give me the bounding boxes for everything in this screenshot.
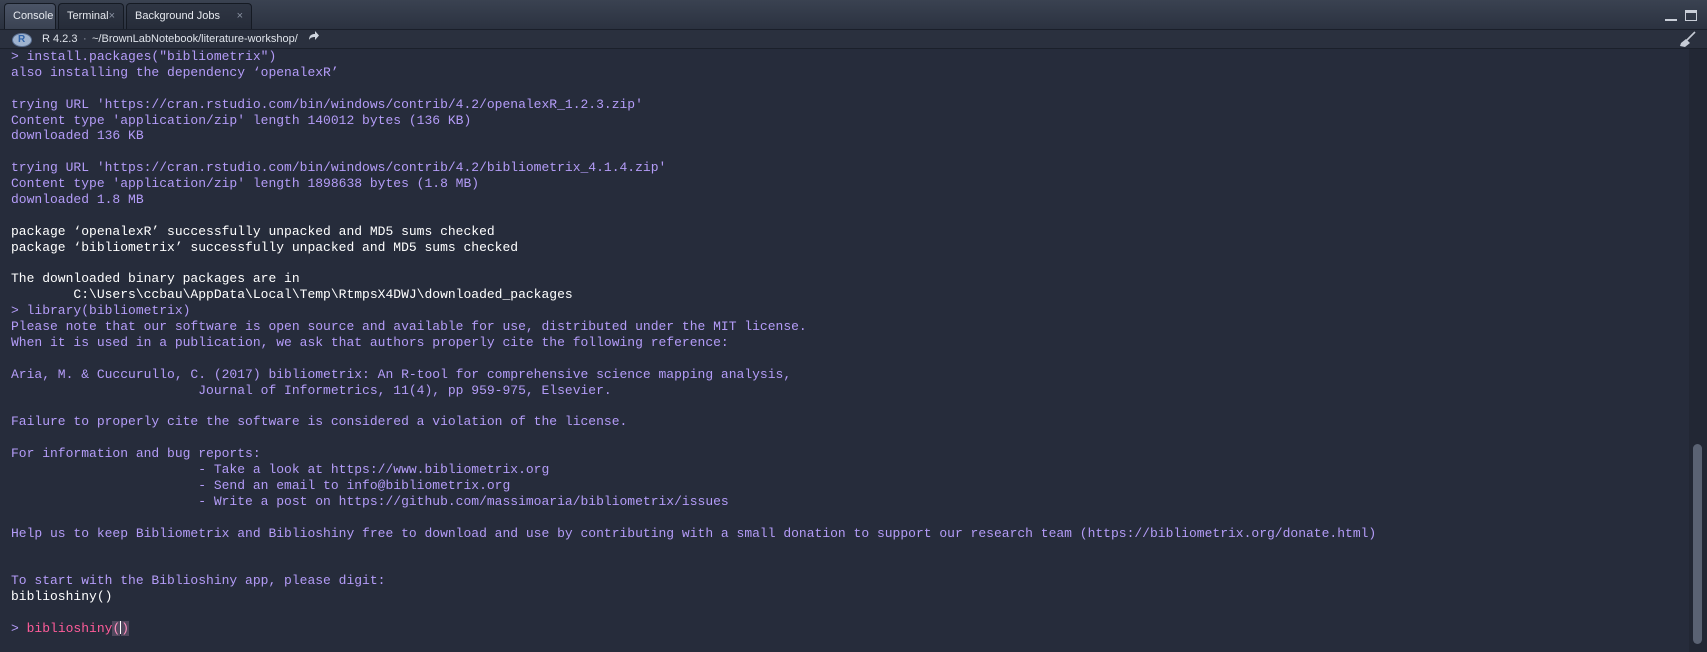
- tab-background-jobs[interactable]: Background Jobs ×: [126, 3, 252, 29]
- r-logo-icon: [12, 31, 32, 49]
- console-text: > install.packages("bibliometrix") also i…: [0, 49, 1689, 637]
- typed-command: biblioshiny: [26, 621, 113, 637]
- vertical-scrollbar[interactable]: [1689, 49, 1707, 652]
- close-icon[interactable]: ×: [237, 4, 243, 29]
- console-output-line: Help us to keep Bibliometrix and Biblios…: [11, 525, 1377, 541]
- console-output-line: - Send an email to info@bibliometrix.org: [11, 478, 511, 494]
- broom-icon[interactable]: [1679, 31, 1697, 47]
- tab-label: Terminal: [67, 10, 109, 22]
- console-output-line: - Take a look at https://www.bibliometri…: [11, 462, 550, 478]
- minimize-icon[interactable]: [1664, 10, 1677, 21]
- console-output-line: The downloaded binary packages are in: [11, 271, 300, 287]
- scrollbar-thumb[interactable]: [1693, 444, 1702, 644]
- console-output-line: also installing the dependency ‘openalex…: [11, 64, 339, 80]
- pane-window-controls: [1661, 8, 1697, 26]
- console-output-line: For information and bug reports:: [11, 446, 261, 462]
- tab-label: Console: [13, 10, 54, 22]
- working-directory-path: ~/BrownLabNotebook/literature-workshop/: [92, 33, 298, 45]
- tab-console[interactable]: Console: [4, 3, 56, 29]
- tab-terminal[interactable]: Terminal ×: [58, 3, 124, 29]
- console-output-line: package ‘openalexR’ successfully unpacke…: [11, 223, 495, 239]
- console-output-line: Content type 'application/zip' length 18…: [11, 176, 480, 192]
- close-icon[interactable]: ×: [109, 4, 115, 29]
- console-output-line: package ‘bibliometrix’ successfully unpa…: [11, 239, 519, 255]
- console-output-line: Please note that our software is open so…: [11, 319, 807, 335]
- console-output-line: Aria, M. & Cuccurullo, C. (2017) bibliom…: [11, 366, 792, 382]
- maximize-icon[interactable]: [1685, 10, 1697, 21]
- console-output-line: C:\Users\ccbau\AppData\Local\Temp\RtmpsX…: [11, 287, 573, 303]
- matched-bracket-close: ): [121, 621, 130, 637]
- console-output-line: biblioshiny(): [11, 589, 113, 605]
- console-output-line: - Write a post on https://github.com/mas…: [11, 493, 729, 509]
- prompt-symbol: >: [11, 621, 27, 637]
- console-input-line: > library(bibliometrix): [11, 303, 191, 319]
- console-output-line: When it is used in a publication, we ask…: [11, 335, 729, 351]
- go-to-directory-icon[interactable]: [308, 29, 320, 47]
- console-output-line: trying URL 'https://cran.rstudio.com/bin…: [11, 160, 667, 176]
- console-output-line: downloaded 136 KB: [11, 128, 144, 144]
- matched-bracket-open: (: [112, 621, 121, 637]
- console-output-line: To start with the Biblioshiny app, pleas…: [11, 573, 386, 589]
- console-output-line: Failure to properly cite the software is…: [11, 414, 628, 430]
- console-prompt-line[interactable]: > biblioshiny(): [11, 621, 1689, 637]
- console-output[interactable]: > install.packages("bibliometrix") also i…: [0, 49, 1689, 652]
- tab-label: Background Jobs: [135, 10, 220, 22]
- console-input-line: > install.packages("bibliometrix"): [11, 49, 277, 64]
- tab-bar: Console Terminal × Background Jobs ×: [0, 0, 1707, 30]
- console-output-line: Content type 'application/zip' length 14…: [11, 112, 472, 128]
- console-toolbar: R 4.2.3 · ~/BrownLabNotebook/literature-…: [0, 30, 1707, 49]
- path-separator: ·: [83, 33, 87, 45]
- console-pane: Console Terminal × Background Jobs × R 4…: [0, 0, 1707, 652]
- console-output-line: downloaded 1.8 MB: [11, 192, 144, 208]
- console-output-line: Journal of Informetrics, 11(4), pp 959-9…: [11, 382, 612, 398]
- console-output-line: trying URL 'https://cran.rstudio.com/bin…: [11, 96, 643, 112]
- r-version-label: R 4.2.3: [42, 33, 78, 45]
